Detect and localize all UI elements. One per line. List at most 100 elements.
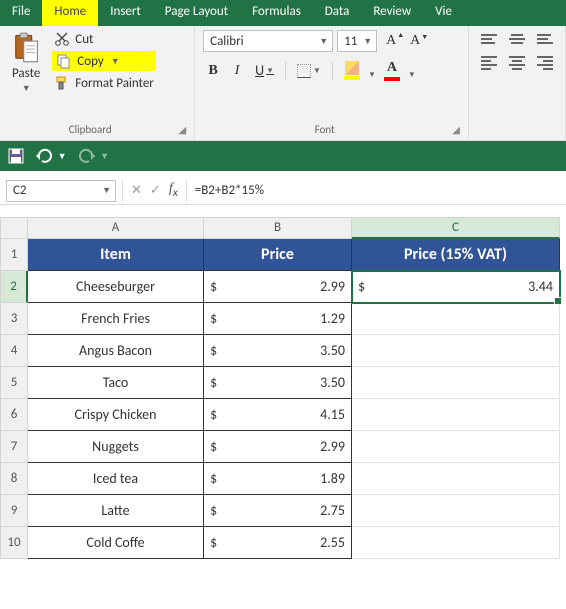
undo-button[interactable]: ▼ xyxy=(34,147,67,166)
formula-input[interactable]: =B2+B2*15% xyxy=(186,180,566,202)
row-header[interactable]: 9 xyxy=(0,495,28,527)
chevron-down-icon: ▼ xyxy=(266,66,274,76)
copy-button[interactable]: Copy ▼ xyxy=(52,51,156,71)
dialog-launcher-icon[interactable]: ◢ xyxy=(446,123,460,136)
cell-c5[interactable] xyxy=(352,367,560,399)
font-color-button[interactable]: A xyxy=(380,58,404,83)
tab-view[interactable]: Vie xyxy=(423,0,464,26)
cut-button[interactable]: Cut xyxy=(52,30,156,48)
align-middle-icon xyxy=(509,34,525,44)
align-right-icon xyxy=(537,56,553,70)
cell-b3[interactable]: $1.29 xyxy=(204,303,352,335)
chevron-down-icon[interactable]: ▼ xyxy=(408,70,416,80)
spreadsheet-grid[interactable]: A B C 1 Item Price Price (15% VAT) 2 Che… xyxy=(0,217,566,559)
italic-button[interactable]: I xyxy=(227,61,247,81)
chevron-down-icon: ▼ xyxy=(111,56,120,67)
increase-font-size-button[interactable]: A xyxy=(381,31,401,51)
row-header[interactable]: 2 xyxy=(0,271,28,303)
font-color-a-icon: A xyxy=(387,60,397,76)
border-icon xyxy=(297,64,311,78)
paint-bucket-icon xyxy=(345,61,359,75)
col-header-a[interactable]: A xyxy=(28,217,204,239)
row-header[interactable]: 3 xyxy=(0,303,28,335)
cell-a1[interactable]: Item xyxy=(28,239,204,271)
dialog-launcher-icon[interactable]: ◢ xyxy=(172,123,186,136)
cell-a3[interactable]: French Fries xyxy=(28,303,204,335)
cell-b10[interactable]: $2.55 xyxy=(204,527,352,559)
row-header[interactable]: 4 xyxy=(0,335,28,367)
align-bottom-button[interactable] xyxy=(533,32,557,46)
tab-data[interactable]: Data xyxy=(313,0,362,26)
cell-b8[interactable]: $1.89 xyxy=(204,463,352,495)
save-button[interactable] xyxy=(8,148,24,164)
tab-page-layout[interactable]: Page Layout xyxy=(153,0,240,26)
cell-a6[interactable]: Crispy Chicken xyxy=(28,399,204,431)
tab-review[interactable]: Review xyxy=(361,0,423,26)
chevron-down-icon: ▼ xyxy=(363,36,372,47)
tab-file[interactable]: File xyxy=(0,0,42,26)
cell-c4[interactable] xyxy=(352,335,560,367)
align-top-button[interactable] xyxy=(477,32,501,46)
paste-button[interactable]: Paste ▼ xyxy=(8,30,44,96)
col-header-b[interactable]: B xyxy=(204,217,352,239)
paste-label: Paste xyxy=(12,66,40,81)
format-painter-button[interactable]: Format Painter xyxy=(52,74,156,92)
col-header-c[interactable]: C xyxy=(352,217,560,239)
cell-b7[interactable]: $2.99 xyxy=(204,431,352,463)
cell-b6[interactable]: $4.15 xyxy=(204,399,352,431)
enter-formula-button[interactable]: ✓ xyxy=(150,183,161,198)
cell-c10[interactable] xyxy=(352,527,560,559)
font-size-select[interactable]: 11▼ xyxy=(337,30,377,52)
redo-button[interactable]: ▼ xyxy=(77,147,110,166)
borders-button[interactable]: ▼ xyxy=(293,62,325,80)
cell-c6[interactable] xyxy=(352,399,560,431)
chevron-down-icon[interactable]: ▼ xyxy=(368,70,376,80)
copy-label: Copy xyxy=(77,54,103,69)
cell-c9[interactable] xyxy=(352,495,560,527)
cell-a4[interactable]: Angus Bacon xyxy=(28,335,204,367)
row-header[interactable]: 6 xyxy=(0,399,28,431)
cell-c1[interactable]: Price (15% VAT) xyxy=(352,239,560,271)
font-name-select[interactable]: Calibri▼ xyxy=(203,30,333,52)
copy-icon xyxy=(56,53,72,69)
cell-b4[interactable]: $3.50 xyxy=(204,335,352,367)
row-header[interactable]: 5 xyxy=(0,367,28,399)
cell-b1[interactable]: Price xyxy=(204,239,352,271)
row-header[interactable]: 1 xyxy=(0,239,28,271)
cell-b5[interactable]: $3.50 xyxy=(204,367,352,399)
underline-button[interactable]: U▼ xyxy=(251,60,278,81)
align-middle-button[interactable] xyxy=(505,32,529,46)
tab-formulas[interactable]: Formulas xyxy=(240,0,313,26)
tab-home[interactable]: Home xyxy=(42,0,98,26)
tab-insert[interactable]: Insert xyxy=(98,0,153,26)
name-box[interactable]: C2▼ xyxy=(6,180,116,202)
cell-b2[interactable]: $2.99 xyxy=(204,271,352,303)
bold-button[interactable]: B xyxy=(203,61,223,81)
cell-a10[interactable]: Cold Coffe xyxy=(28,527,204,559)
font-group-label: Font xyxy=(315,123,335,136)
row-header[interactable]: 8 xyxy=(0,463,28,495)
select-all-corner[interactable] xyxy=(0,217,28,239)
cell-a5[interactable]: Taco xyxy=(28,367,204,399)
align-right-button[interactable] xyxy=(533,54,557,72)
cell-c7[interactable] xyxy=(352,431,560,463)
align-center-button[interactable] xyxy=(505,54,529,72)
decrease-font-size-button[interactable]: A xyxy=(405,31,425,51)
insert-function-button[interactable]: fx xyxy=(169,181,178,200)
row-header[interactable]: 7 xyxy=(0,431,28,463)
cell-c2[interactable]: $3.44 xyxy=(352,271,560,303)
align-center-icon xyxy=(509,56,525,70)
align-left-button[interactable] xyxy=(477,54,501,72)
cell-a8[interactable]: Iced tea xyxy=(28,463,204,495)
fill-color-button[interactable] xyxy=(340,59,364,82)
chevron-down-icon: ▼ xyxy=(102,185,111,196)
ribbon: Paste ▼ Cut Copy ▼ Format Painter C xyxy=(0,26,566,141)
cell-c3[interactable] xyxy=(352,303,560,335)
row-header[interactable]: 10 xyxy=(0,527,28,559)
cell-a7[interactable]: Nuggets xyxy=(28,431,204,463)
cancel-formula-button[interactable]: ✕ xyxy=(131,183,142,198)
cell-a2[interactable]: Cheeseburger xyxy=(28,271,204,303)
cell-c8[interactable] xyxy=(352,463,560,495)
cell-a9[interactable]: Latte xyxy=(28,495,204,527)
cell-b9[interactable]: $2.75 xyxy=(204,495,352,527)
